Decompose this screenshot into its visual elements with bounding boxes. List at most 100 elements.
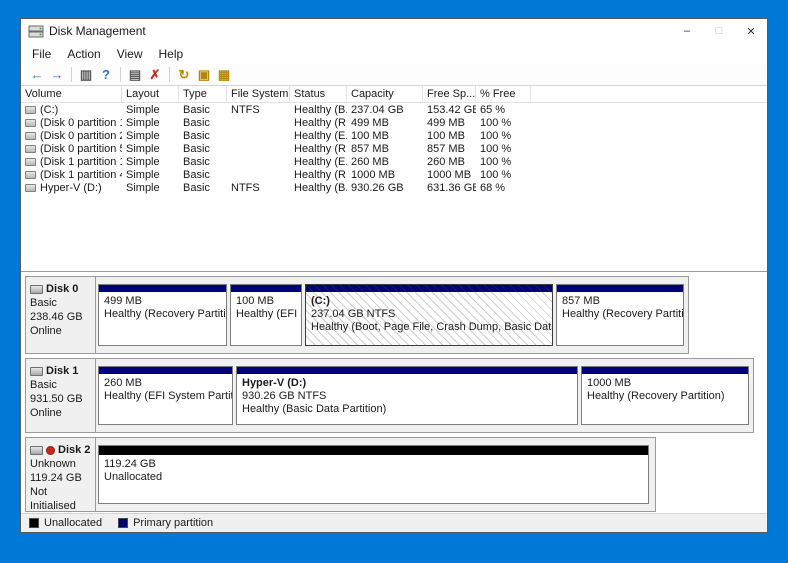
cell-percent-free: 100 %: [476, 156, 531, 168]
volume-icon: [25, 106, 36, 114]
partitions: 260 MBHealthy (EFI System Partition)Hype…: [96, 359, 753, 432]
partition-hyper-v-d[interactable]: Hyper-V (D:)930.26 GB NTFSHealthy (Basic…: [236, 366, 578, 425]
disk-row-disk-1: Disk 1Basic931.50 GBOnline260 MBHealthy …: [25, 358, 754, 433]
cell-volume: (Disk 0 partition 1): [21, 117, 122, 129]
volume-table-body: (C:)SimpleBasicNTFSHealthy (B...237.04 G…: [21, 103, 767, 194]
column-header-status[interactable]: Status: [290, 86, 347, 102]
partition-1000-mb[interactable]: 1000 MBHealthy (Recovery Partition): [581, 366, 749, 425]
partition-color-bar: [99, 367, 232, 374]
partition-857-mb[interactable]: 857 MBHealthy (Recovery Partition): [556, 284, 684, 346]
legend-primary-partition: Primary partition: [118, 517, 213, 529]
legend-bar: UnallocatedPrimary partition: [21, 513, 767, 532]
disk-info-disk-2[interactable]: Disk 2Unknown119.24 GBNot Initialised: [26, 438, 96, 511]
back-icon[interactable]: ←: [27, 66, 47, 84]
legend-swatch: [29, 518, 39, 528]
cell-status: Healthy (R...: [290, 143, 347, 155]
partitions: 119.24 GBUnallocated: [96, 438, 655, 511]
cell-percent-free: 100 %: [476, 130, 531, 142]
column-header-percent-free[interactable]: % Free: [476, 86, 531, 102]
cell-layout: Simple: [122, 156, 179, 168]
window-title: Disk Management: [49, 24, 671, 38]
warning-icon: [46, 446, 55, 455]
table-row[interactable]: (Disk 1 partition 4)SimpleBasicHealthy (…: [21, 168, 767, 181]
cell-volume: (Disk 0 partition 2): [21, 130, 122, 142]
column-header-layout[interactable]: Layout: [122, 86, 179, 102]
column-header-capacity[interactable]: Capacity: [347, 86, 423, 102]
view-options-icon[interactable]: ▦: [214, 66, 234, 84]
disk-detail: Online: [30, 324, 92, 338]
partition-260-mb[interactable]: 260 MBHealthy (EFI System Partition): [98, 366, 233, 425]
partition-119-24-gb[interactable]: 119.24 GBUnallocated: [98, 445, 649, 504]
partition-text: 100 MBHealthy (EFI System: [231, 292, 301, 324]
show-console-tree-icon[interactable]: ▥: [76, 66, 96, 84]
table-row[interactable]: Hyper-V (D:)SimpleBasicNTFSHealthy (B...…: [21, 181, 767, 194]
menu-action[interactable]: Action: [59, 45, 108, 63]
volume-icon: [25, 145, 36, 153]
column-header-file-system[interactable]: File System: [227, 86, 290, 102]
cell-volume: (C:): [21, 104, 122, 116]
cell-status: Healthy (R...: [290, 169, 347, 181]
partition-text: 119.24 GBUnallocated: [99, 455, 648, 487]
disk-name: Disk 0: [30, 282, 92, 296]
rescan-disks-icon[interactable]: ▣: [194, 66, 214, 84]
partition-499-mb[interactable]: 499 MBHealthy (Recovery Partition: [98, 284, 227, 346]
partition-text: Hyper-V (D:)930.26 GB NTFSHealthy (Basic…: [237, 374, 577, 419]
volume-icon: [25, 132, 36, 140]
table-row[interactable]: (Disk 1 partition 1)SimpleBasicHealthy (…: [21, 155, 767, 168]
minimize-button[interactable]: –: [671, 19, 703, 43]
cell-capacity: 857 MB: [347, 143, 423, 155]
app-icon: [28, 23, 44, 39]
partition-color-bar: [231, 285, 301, 292]
forward-icon[interactable]: →: [47, 66, 67, 84]
partition-text: (C:)237.04 GB NTFSHealthy (Boot, Page Fi…: [306, 292, 552, 337]
disk-name: Disk 2: [30, 443, 92, 457]
table-row[interactable]: (Disk 0 partition 5)SimpleBasicHealthy (…: [21, 142, 767, 155]
disk-info-disk-0[interactable]: Disk 0Basic238.46 GBOnline: [26, 277, 96, 353]
cell-status: Healthy (B...: [290, 182, 347, 194]
disk-detail: 119.24 GB: [30, 471, 92, 485]
volume-icon: [25, 119, 36, 127]
cell-capacity: 100 MB: [347, 130, 423, 142]
cell-status: Healthy (E...: [290, 156, 347, 168]
volume-list[interactable]: VolumeLayoutTypeFile SystemStatusCapacit…: [21, 86, 767, 272]
delete-volume-icon[interactable]: ✗: [145, 66, 165, 84]
table-row[interactable]: (Disk 0 partition 1)SimpleBasicHealthy (…: [21, 116, 767, 129]
disk-detail: 238.46 GB: [30, 310, 92, 324]
help-icon[interactable]: ?: [96, 66, 116, 84]
menu-file[interactable]: File: [24, 45, 59, 63]
disk-detail: Online: [30, 406, 92, 420]
menu-view[interactable]: View: [109, 45, 151, 63]
cell-type: Basic: [179, 182, 227, 194]
cell-layout: Simple: [122, 143, 179, 155]
disk-detail: Not Initialised: [30, 485, 92, 512]
partition-100-mb[interactable]: 100 MBHealthy (EFI System: [230, 284, 302, 346]
properties-icon[interactable]: ▤: [125, 66, 145, 84]
table-row[interactable]: (Disk 0 partition 2)SimpleBasicHealthy (…: [21, 129, 767, 142]
table-row[interactable]: (C:)SimpleBasicNTFSHealthy (B...237.04 G…: [21, 103, 767, 116]
menu-bar: FileActionViewHelp: [21, 43, 767, 64]
maximize-button: □: [703, 19, 735, 43]
cell-type: Basic: [179, 169, 227, 181]
cell-capacity: 260 MB: [347, 156, 423, 168]
column-header-volume[interactable]: Volume: [21, 86, 122, 102]
cell-type: Basic: [179, 143, 227, 155]
partition-c[interactable]: (C:)237.04 GB NTFSHealthy (Boot, Page Fi…: [305, 284, 553, 346]
title-bar[interactable]: Disk Management – □ ✕: [21, 19, 767, 43]
close-button[interactable]: ✕: [735, 19, 767, 43]
disk-icon: [30, 367, 43, 376]
disk-detail: Basic: [30, 296, 92, 310]
toolbar-separator: [71, 67, 72, 82]
partition-color-bar: [582, 367, 748, 374]
partition-color-bar: [99, 285, 226, 292]
column-header-free-space[interactable]: Free Sp...: [423, 86, 476, 102]
refresh-icon[interactable]: ↻: [174, 66, 194, 84]
disk-detail: Basic: [30, 378, 92, 392]
cell-free-space: 631.36 GB: [423, 182, 476, 194]
cell-type: Basic: [179, 104, 227, 116]
partition-text: 260 MBHealthy (EFI System Partition): [99, 374, 232, 406]
cell-free-space: 260 MB: [423, 156, 476, 168]
column-header-type[interactable]: Type: [179, 86, 227, 102]
partitions: 499 MBHealthy (Recovery Partition100 MBH…: [96, 277, 688, 353]
disk-info-disk-1[interactable]: Disk 1Basic931.50 GBOnline: [26, 359, 96, 432]
menu-help[interactable]: Help: [151, 45, 192, 63]
